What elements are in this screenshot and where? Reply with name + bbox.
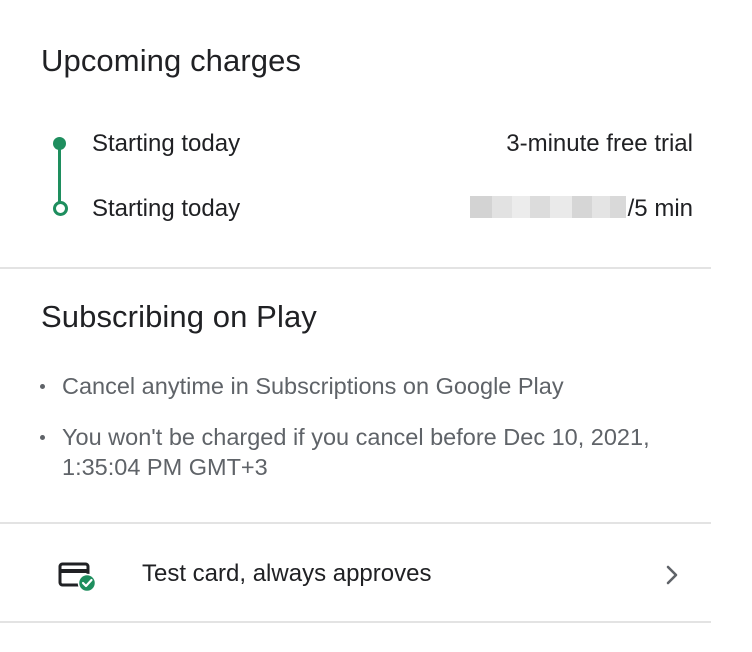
subscribing-title: Subscribing on Play <box>41 299 317 334</box>
credit-card-check-icon <box>58 562 97 592</box>
redacted-price <box>469 196 626 218</box>
chevron-right-icon <box>666 565 678 585</box>
charges-timeline <box>52 137 68 217</box>
upcoming-charges-title: Upcoming charges <box>41 43 302 78</box>
timeline-connector <box>58 147 61 204</box>
charge-recurring-value: /5 min <box>469 195 693 223</box>
section-divider <box>0 621 711 623</box>
charge-start-label: Starting today <box>92 130 241 157</box>
bullet-text: You won't be charged if you cancel befor… <box>62 424 650 480</box>
info-bullet: You won't be charged if you cancel befor… <box>40 422 680 482</box>
charge-trial-value: 3-minute free trial <box>506 130 693 157</box>
charge-recurring-label: Starting today <box>92 195 241 222</box>
bullet-dot <box>40 435 45 440</box>
payment-method-row[interactable]: Test card, always approves <box>0 524 711 621</box>
section-divider <box>0 267 711 269</box>
bullet-dot <box>40 384 45 389</box>
charge-period: /5 min <box>627 195 693 222</box>
timeline-end-dot <box>53 201 68 216</box>
info-bullet: Cancel anytime in Subscriptions on Googl… <box>40 371 680 401</box>
payment-method-label: Test card, always approves <box>142 560 432 587</box>
bullet-text: Cancel anytime in Subscriptions on Googl… <box>62 373 564 399</box>
